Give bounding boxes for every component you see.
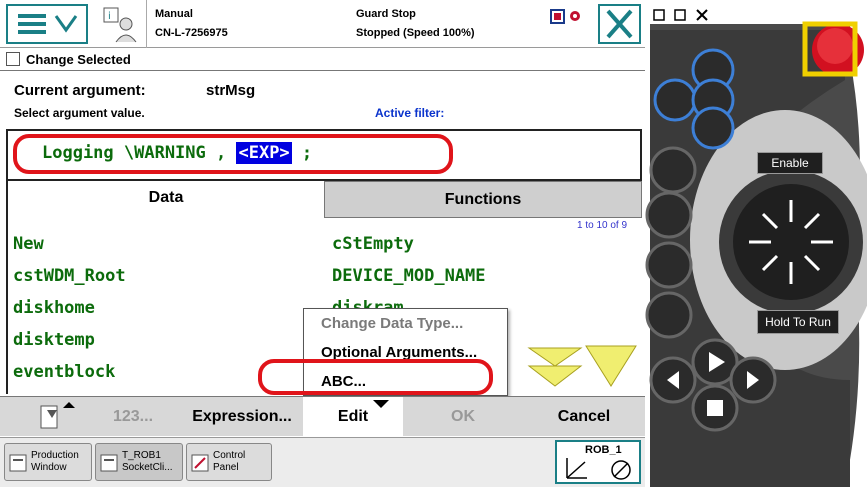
view-title: Change Selected: [26, 52, 131, 67]
enable-label[interactable]: Enable: [757, 152, 823, 174]
controller-name: CN-L-7256975: [155, 27, 228, 39]
caret-down-icon: [373, 400, 389, 408]
program-status: Stopped (Speed 100%): [356, 27, 475, 39]
svg-text:i: i: [108, 11, 111, 22]
list-item[interactable]: disktemp: [13, 330, 95, 350]
filter-icon: [40, 402, 75, 429]
stop-icon[interactable]: [695, 388, 737, 430]
current-argument-row: Current argument: strMsg: [14, 82, 255, 99]
task-label: Control: [213, 450, 246, 461]
top-status-bar: i Manual CN-L-7256975 Guard Stop Stopped…: [0, 0, 645, 48]
task-production-window[interactable]: Production Window: [4, 443, 92, 481]
program-editor-icon: [100, 454, 118, 472]
cancel-button[interactable]: Cancel: [523, 397, 645, 437]
tab-functions[interactable]: Functions: [324, 181, 642, 218]
numpad-button[interactable]: 123...: [103, 397, 163, 437]
ok-button[interactable]: OK: [403, 397, 523, 437]
expression-suffix: ;: [301, 143, 313, 163]
list-item[interactable]: cStEmpty: [332, 234, 414, 254]
jog-coordinate-icon: [566, 458, 631, 480]
page-down-icon[interactable]: [527, 344, 583, 390]
rotate-icon[interactable]: [649, 196, 693, 240]
edit-button[interactable]: Edit: [303, 397, 403, 437]
current-argument-value: strMsg: [206, 82, 256, 99]
emergency-stop-button[interactable]: [803, 22, 859, 78]
list-range-indicator: 1 to 10 of 9: [577, 220, 628, 231]
step-forward-icon[interactable]: [733, 360, 775, 402]
current-argument-label: Current argument:: [14, 82, 146, 99]
quickset-robot-button[interactable]: ROB_1: [555, 440, 641, 484]
task-label: Panel: [213, 462, 239, 473]
pendant-hardware: Enable Hold To Run: [645, 0, 867, 487]
dash-key-icon[interactable]: [649, 296, 693, 340]
tab-data[interactable]: Data: [6, 181, 324, 218]
close-icon: [606, 9, 633, 39]
list-item[interactable]: cstWDM_Root: [13, 266, 126, 286]
jog-mode-icon[interactable]: [650, 150, 698, 198]
list-item[interactable]: DEVICE_MOD_NAME: [332, 266, 486, 286]
expression-button[interactable]: Expression...: [182, 397, 302, 437]
joystick[interactable]: [767, 196, 817, 288]
expression-prefix: Logging \WARNING ,: [42, 143, 227, 163]
operator-info-icon[interactable]: i: [100, 6, 140, 44]
task-label: Window: [31, 462, 67, 473]
program-state-icon: [550, 8, 586, 26]
main-menu-button[interactable]: [6, 4, 88, 44]
task-control-panel[interactable]: Control Panel: [186, 443, 272, 481]
scroll-down-icon[interactable]: [584, 344, 638, 390]
guard-status: Guard Stop: [356, 8, 416, 20]
selected-argument[interactable]: <EXP>: [236, 142, 292, 164]
list-item[interactable]: diskhome: [13, 298, 95, 318]
task-label: Production: [31, 450, 79, 461]
play-icon[interactable]: [695, 342, 737, 384]
menu-item-change-data-type[interactable]: Change Data Type...: [321, 315, 463, 332]
document-icon: [6, 52, 20, 66]
step-back-icon[interactable]: [653, 360, 695, 402]
command-bar: 123... Expression... Edit OK Cancel: [0, 396, 645, 437]
taskbar: Production Window T_ROB1 SocketCli... Cont…: [0, 437, 645, 487]
task-label: T_ROB1: [122, 450, 161, 461]
list-item[interactable]: New: [13, 234, 44, 254]
operating-mode: Manual: [155, 8, 193, 20]
control-panel-icon: [191, 454, 209, 472]
filter-toggle-button[interactable]: [0, 397, 102, 437]
task-label: SocketCli...: [122, 462, 173, 473]
view-title-bar: Change Selected: [0, 49, 645, 71]
highlight-ring: [258, 359, 493, 395]
flexpendant-screen: i Manual CN-L-7256975 Guard Stop Stopped…: [0, 0, 645, 487]
close-button[interactable]: [598, 4, 641, 44]
expression-text[interactable]: Logging \WARNING , <EXP> ;: [42, 142, 313, 164]
task-t-rob1[interactable]: T_ROB1 SocketCli...: [95, 443, 183, 481]
menu-icon: [18, 14, 78, 34]
list-item[interactable]: eventblock: [13, 362, 115, 382]
hold-to-run-label[interactable]: Hold To Run: [757, 310, 839, 334]
edit-label: Edit: [337, 408, 369, 425]
production-window-icon: [9, 454, 27, 472]
active-filter-label[interactable]: Active filter:: [375, 106, 444, 120]
instruction-text: Select argument value.: [14, 106, 145, 120]
increment-icon[interactable]: [649, 246, 693, 290]
